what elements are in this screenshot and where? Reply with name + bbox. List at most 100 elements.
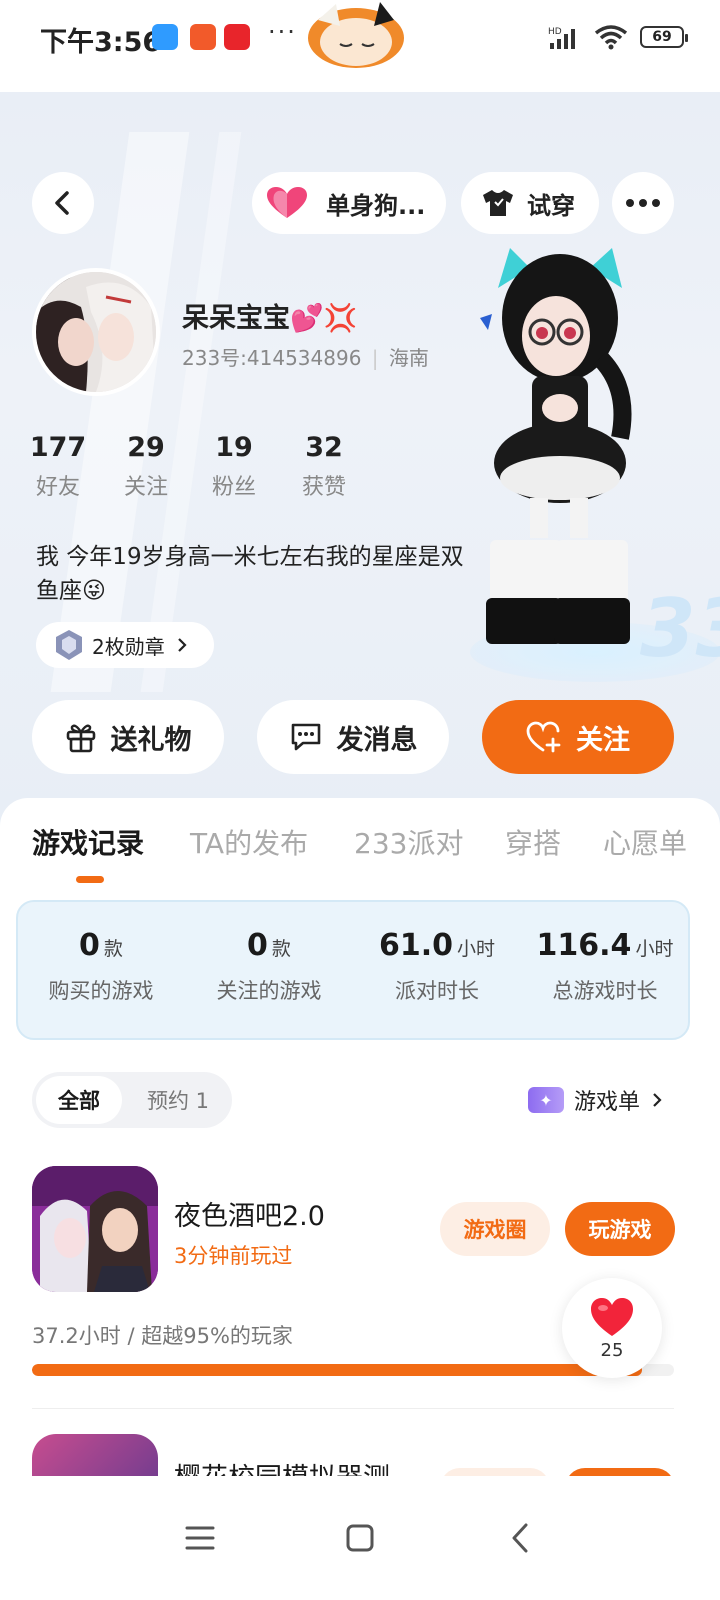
user-location: 海南 <box>388 346 429 370</box>
app-notification-icon <box>152 24 178 50</box>
app-notification-icon <box>190 24 216 50</box>
heart-plus-icon <box>526 721 561 753</box>
status-time: 下午3:56 <box>40 27 162 58</box>
tab-posts[interactable]: TA的发布 <box>190 822 308 862</box>
back-button[interactable] <box>32 172 94 234</box>
filter-reserved[interactable]: 预约 1 <box>132 1076 224 1124</box>
chevron-left-icon <box>55 191 69 215</box>
username: 呆呆宝宝💕💢 <box>182 303 358 334</box>
avatar-image <box>36 272 156 392</box>
nav-home-button[interactable] <box>320 1498 400 1578</box>
svg-text:HD: HD <box>548 27 562 37</box>
stat-friends[interactable]: 177 好友 <box>18 432 98 501</box>
try-on-button[interactable]: 试穿 <box>461 172 599 234</box>
user-id: 233号:414534896 <box>182 346 362 370</box>
summary-label: 总游戏时长 <box>552 979 658 1003</box>
stat-label: 粉丝 <box>211 475 256 500</box>
try-on-label: 试穿 <box>527 191 575 220</box>
stat-label: 好友 <box>35 475 80 500</box>
game-play-time: 37.2小时 / 超越95%的玩家 <box>32 1320 293 1350</box>
signal-icon: HD <box>548 27 575 49</box>
app-notification-icon <box>224 24 250 50</box>
play-game-button[interactable]: 玩游戏 <box>565 1202 675 1256</box>
status-bar: 下午3:56 ··· HD 69 <box>0 0 720 92</box>
tab-party[interactable]: 233派对 <box>354 822 463 862</box>
list-divider <box>32 1408 674 1409</box>
send-gift-label: 送礼物 <box>110 724 192 756</box>
tshirt-icon <box>483 190 513 216</box>
summary-unit: 小时 <box>457 938 496 960</box>
nav-menu-button[interactable] <box>160 1498 240 1578</box>
stat-value: 19 <box>215 432 253 463</box>
summary-unit: 小时 <box>635 938 674 960</box>
follow-button[interactable]: 关注 <box>482 700 674 774</box>
status-tag-label: 单身狗... <box>326 191 426 220</box>
chevron-right-icon <box>177 638 187 652</box>
profile-bio: 我 今年19岁身高一米七左右我的星座是双鱼座😜 <box>36 544 464 604</box>
summary-label: 派对时长 <box>395 979 479 1003</box>
system-navigation-bar <box>0 1476 720 1600</box>
stage-logo: 33 <box>640 582 720 675</box>
nav-back-button[interactable] <box>480 1498 560 1578</box>
stat-likes[interactable]: 32 获赞 <box>284 432 364 501</box>
game-rank: 超越95%的玩家 <box>141 1324 293 1348</box>
stat-value: 29 <box>127 432 165 463</box>
active-tab-indicator <box>76 876 104 883</box>
badges-button[interactable]: 2枚勋章 <box>36 622 214 668</box>
summary-unit: 款 <box>271 938 291 960</box>
game-title: 夜色酒吧2.0 <box>174 1201 325 1232</box>
send-message-label: 发消息 <box>336 724 418 756</box>
stat-following[interactable]: 29 关注 <box>106 432 186 501</box>
game-last-played: 3分钟前玩过 <box>174 1244 293 1268</box>
wifi-icon <box>594 25 628 50</box>
more-horizontal-icon <box>626 199 660 207</box>
send-gift-button[interactable]: 送礼物 <box>32 700 224 774</box>
heart-icon <box>267 187 307 218</box>
avatar-3d-character <box>480 248 632 644</box>
game-title: 樱花校园模拟器测 <box>174 1456 390 1476</box>
game-cover-image <box>32 1166 158 1292</box>
tab-wishlist[interactable]: 心愿单 <box>603 822 687 862</box>
game-icon[interactable] <box>32 1166 158 1292</box>
mascot-sticker-icon <box>308 2 404 68</box>
gift-icon <box>66 724 95 753</box>
game-circle-button[interactable]: 游戏圈 <box>440 1202 550 1256</box>
send-message-button[interactable]: 发消息 <box>257 700 449 774</box>
battery-indicator: 69 <box>640 26 688 48</box>
summary-value: 116.4 <box>536 928 632 963</box>
badges-label: 2枚勋章 <box>92 634 165 659</box>
filter-all[interactable]: 全部 <box>36 1076 122 1124</box>
summary-followed-games[interactable]: 0款 关注的游戏 <box>184 928 354 1005</box>
summary-unit: 款 <box>103 938 123 960</box>
more-options-button[interactable] <box>612 172 674 234</box>
like-count: 25 <box>600 1339 624 1361</box>
summary-value: 0 <box>79 928 100 963</box>
stat-value: 32 <box>305 432 343 463</box>
game-list-link[interactable]: ✦ 游戏单 <box>528 1082 664 1118</box>
more-notifications-icon: ··· <box>268 18 297 46</box>
heart-icon <box>591 1297 633 1336</box>
tab-outfits[interactable]: 穿搭 <box>505 822 561 862</box>
play-time-progress-bar <box>32 1364 674 1376</box>
chevron-right-icon <box>653 1093 662 1107</box>
status-tag-button[interactable]: 单身狗... <box>252 172 446 234</box>
separator: / <box>127 1324 142 1348</box>
like-floating-button[interactable]: 25 <box>562 1278 662 1378</box>
stat-followers[interactable]: 19 粉丝 <box>194 432 274 501</box>
chat-bubble-icon <box>291 723 320 751</box>
stat-label: 关注 <box>123 475 168 500</box>
game-list-label: 游戏单 <box>574 1090 641 1115</box>
game-hours: 37.2小时 <box>32 1324 121 1348</box>
sparkle-icon: ✦ <box>528 1087 564 1113</box>
summary-label: 购买的游戏 <box>48 979 154 1003</box>
summary-party-time[interactable]: 61.0 小时 派对时长 <box>352 928 522 1005</box>
stat-value: 177 <box>29 432 87 463</box>
medal-icon <box>56 630 82 660</box>
profile-avatar[interactable] <box>32 268 160 396</box>
summary-value: 0 <box>247 928 268 963</box>
separator: | <box>371 346 379 370</box>
follow-label: 关注 <box>576 724 630 756</box>
summary-total-play-time[interactable]: 116.4 小时 总游戏时长 <box>520 928 690 1005</box>
tab-game-records[interactable]: 游戏记录 <box>32 822 144 862</box>
summary-purchased-games[interactable]: 0款 购买的游戏 <box>16 928 186 1005</box>
